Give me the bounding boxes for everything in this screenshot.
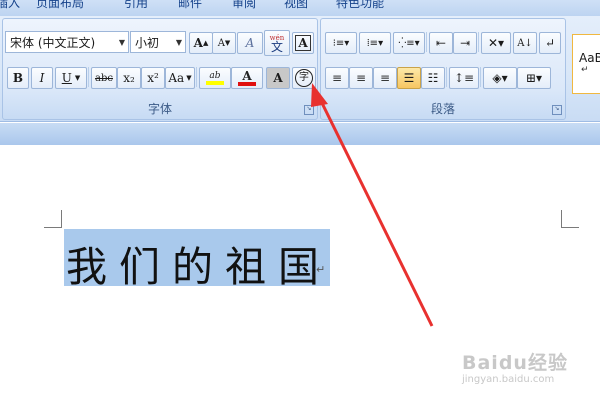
annotation-arrow — [311, 83, 434, 327]
watermark-url: jingyan.baidu.com — [462, 374, 555, 385]
annotation-arrow-line — [318, 98, 434, 327]
watermark-brand: Baidu经验 — [462, 352, 568, 374]
baidu-watermark-logo: Baidu经验 jingyan.baidu.com — [462, 348, 568, 385]
annotation-arrow-head — [311, 83, 328, 107]
